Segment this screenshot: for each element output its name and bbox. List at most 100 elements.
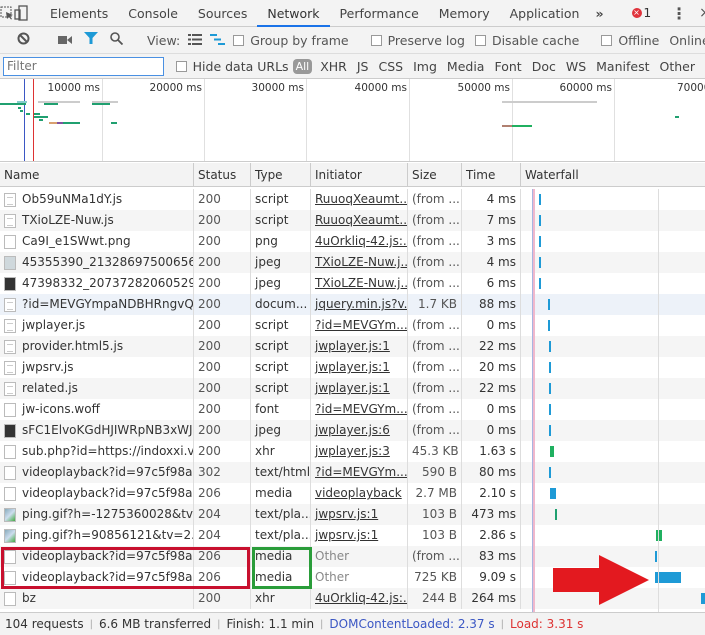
checkbox[interactable] [175, 60, 187, 72]
initiator-link[interactable]: TXioLZE-Nuw.j... [315, 255, 407, 269]
throttling-select[interactable]: Online [669, 33, 705, 48]
cell-name[interactable]: ping.gif?h=90856121&tv=2.8.... [0, 525, 194, 546]
tab-memory[interactable]: Memory [429, 0, 500, 27]
tab-console[interactable]: Console [118, 0, 188, 27]
initiator-link[interactable]: jwpsrv.js:1 [315, 507, 378, 521]
cell-name[interactable]: sFC1ElvoKGdHJIWRpNB3xWJ... [0, 420, 194, 441]
tab-sources[interactable]: Sources [188, 0, 257, 27]
device-toolbar-icon[interactable] [14, 0, 28, 27]
filter-input[interactable] [3, 56, 164, 76]
filter-type-js[interactable]: JS [357, 59, 369, 74]
cell-name[interactable]: sub.php?id=https://indoxxi.vi... [0, 441, 194, 462]
filter-icon[interactable] [84, 32, 98, 48]
initiator-link[interactable]: 4uOrkliq-42.js:... [315, 591, 407, 605]
hide-data-urls-checkbox[interactable]: Hide data URLs [175, 59, 289, 74]
column-header-type[interactable]: Type [251, 163, 311, 187]
large-rows-icon[interactable] [188, 33, 203, 48]
filter-type-font[interactable]: Font [494, 59, 521, 74]
table-row[interactable]: sub.php?id=https://indoxxi.vi... 200 xhr jw… [0, 441, 705, 462]
filter-type-ws[interactable]: WS [566, 59, 586, 74]
initiator-link[interactable]: jwplayer.js:1 [315, 381, 390, 395]
cell-name[interactable]: 45355390_213286975006568... [0, 252, 194, 273]
initiator-link[interactable]: ?id=MEVGYm... [315, 465, 407, 479]
filter-type-manifest[interactable]: Manifest [596, 59, 649, 74]
cell-name[interactable]: jwplayer.js [0, 315, 194, 336]
initiator-link[interactable]: videoplayback [315, 486, 402, 500]
filter-type-css[interactable]: CSS [379, 59, 404, 74]
initiator-link[interactable]: ?id=MEVGYm... [315, 318, 407, 332]
inspect-element-icon[interactable] [0, 0, 14, 27]
table-row[interactable]: jwplayer.js 200 script ?id=MEVGYm... (from .… [0, 315, 705, 336]
preserve-log-checkbox[interactable]: Preserve log [370, 33, 465, 48]
cell-name[interactable]: Ca9I_e1SWwt.png [0, 231, 194, 252]
cell-name[interactable]: videoplayback?id=97c5f98ac... [0, 462, 194, 483]
group-by-frame-checkbox[interactable]: Group by frame [233, 33, 349, 48]
tab-network[interactable]: Network [257, 0, 330, 27]
table-row[interactable]: ping.gif?h=90856121&tv=2.8....204text/pl… [0, 525, 705, 546]
cell-name[interactable]: jwpsrv.js [0, 357, 194, 378]
table-row[interactable]: sFC1ElvoKGdHJIWRpNB3xWJ... 200 jpeg jwplaye… [0, 420, 705, 441]
table-row[interactable]: TXioLZE-Nuw.js 200 script RuuoqXeaumt... (fr… [0, 210, 705, 231]
column-header-time[interactable]: Time [462, 163, 521, 187]
table-row[interactable]: 45355390_213286975006568...200jpeg TXioLZ… [0, 252, 705, 273]
kebab-menu-icon[interactable]: ⋮ [671, 4, 687, 23]
filter-type-other[interactable]: Other [660, 59, 696, 74]
waterfall-view-icon[interactable] [210, 33, 226, 48]
tab-performance[interactable]: Performance [330, 0, 429, 27]
initiator-link[interactable]: 4uOrkliq-42.js:... [315, 234, 407, 248]
offline-checkbox[interactable]: Offline [601, 33, 659, 48]
initiator-link[interactable]: jwplayer.js:6 [315, 423, 390, 437]
table-row[interactable]: Ob59uNMa1dY.js 200 script RuuoqXeaumt... (fr… [0, 189, 705, 210]
initiator-link[interactable]: jwpsrv.js:1 [315, 528, 378, 542]
checkbox[interactable] [370, 34, 382, 46]
initiator-link[interactable]: ?id=MEVGYm... [315, 402, 407, 416]
table-row[interactable]: Ca9I_e1SWwt.png 200 png 4uOrkliq-42.js:...(… [0, 231, 705, 252]
checkbox[interactable] [474, 34, 486, 46]
column-header-waterfall[interactable]: Waterfall [521, 163, 705, 187]
more-tabs-button[interactable]: » [589, 0, 609, 27]
filter-type-doc[interactable]: Doc [532, 59, 556, 74]
column-header-initiator[interactable]: Initiator [311, 163, 408, 187]
checkbox[interactable] [601, 34, 613, 46]
initiator-link[interactable]: RuuoqXeaumt... [315, 213, 407, 227]
cell-name[interactable]: jw-icons.woff [0, 399, 194, 420]
filter-type-media[interactable]: Media [447, 59, 485, 74]
table-row[interactable]: related.js 200 script jwplayer.js:1 (from ..… [0, 378, 705, 399]
table-row[interactable]: ping.gif?h=-1275360028&tv=...204text/pla… [0, 504, 705, 525]
initiator-link[interactable]: RuuoqXeaumt... [315, 192, 407, 206]
checkbox[interactable] [233, 34, 245, 46]
initiator-link[interactable]: jwplayer.js:1 [315, 339, 390, 353]
initiator-link[interactable]: jwplayer.js:1 [315, 360, 390, 374]
column-header-name[interactable]: Name [0, 163, 194, 187]
cell-name[interactable]: ?id=MEVGYmpaNDBHRngvQ... [0, 294, 194, 315]
disable-cache-checkbox[interactable]: Disable cache [474, 33, 579, 48]
search-icon[interactable] [110, 32, 124, 48]
filter-type-img[interactable]: Img [413, 59, 437, 74]
overview-timeline[interactable]: 10000 ms 20000 ms 30000 ms 40000 ms 5000… [0, 79, 705, 162]
tab-application[interactable]: Application [500, 0, 590, 27]
initiator-link[interactable]: jwplayer.js:3 [315, 444, 390, 458]
column-header-status[interactable]: Status [194, 163, 251, 187]
cell-name[interactable]: videoplayback?id=97c5f98ac... [0, 483, 194, 504]
column-header-size[interactable]: Size [408, 163, 462, 187]
filter-type-xhr[interactable]: XHR [320, 59, 347, 74]
initiator-link[interactable]: TXioLZE-Nuw.j... [315, 276, 407, 290]
capture-screenshots-icon[interactable] [58, 33, 72, 48]
cell-name[interactable]: bz [0, 588, 194, 609]
table-row[interactable]: 47398332_207372820605294...200jpeg TXioLZ… [0, 273, 705, 294]
filter-type-all[interactable]: All [292, 58, 313, 74]
tab-elements[interactable]: Elements [40, 0, 118, 27]
table-row[interactable]: jwpsrv.js 200 script jwplayer.js:1 (from ...… [0, 357, 705, 378]
error-counter[interactable]: × 1 [631, 6, 651, 20]
clear-icon[interactable] [17, 32, 30, 48]
table-row[interactable]: ?id=MEVGYmpaNDBHRngvQ... 200 docum... jquer… [0, 294, 705, 315]
cell-name[interactable]: Ob59uNMa1dY.js [0, 189, 194, 210]
cell-name[interactable]: provider.html5.js [0, 336, 194, 357]
table-row[interactable]: videoplayback?id=97c5f98ac... 302 text/htm… [0, 462, 705, 483]
cell-name[interactable]: 47398332_207372820605294... [0, 273, 194, 294]
cell-name[interactable]: ping.gif?h=-1275360028&tv=... [0, 504, 194, 525]
table-row[interactable]: provider.html5.js 200 script jwplayer.js:1 (… [0, 336, 705, 357]
cell-name[interactable]: related.js [0, 378, 194, 399]
table-row[interactable]: videoplayback?id=97c5f98ac... 206 media vid… [0, 483, 705, 504]
table-row[interactable]: jw-icons.woff 200 font ?id=MEVGYm... (from .… [0, 399, 705, 420]
